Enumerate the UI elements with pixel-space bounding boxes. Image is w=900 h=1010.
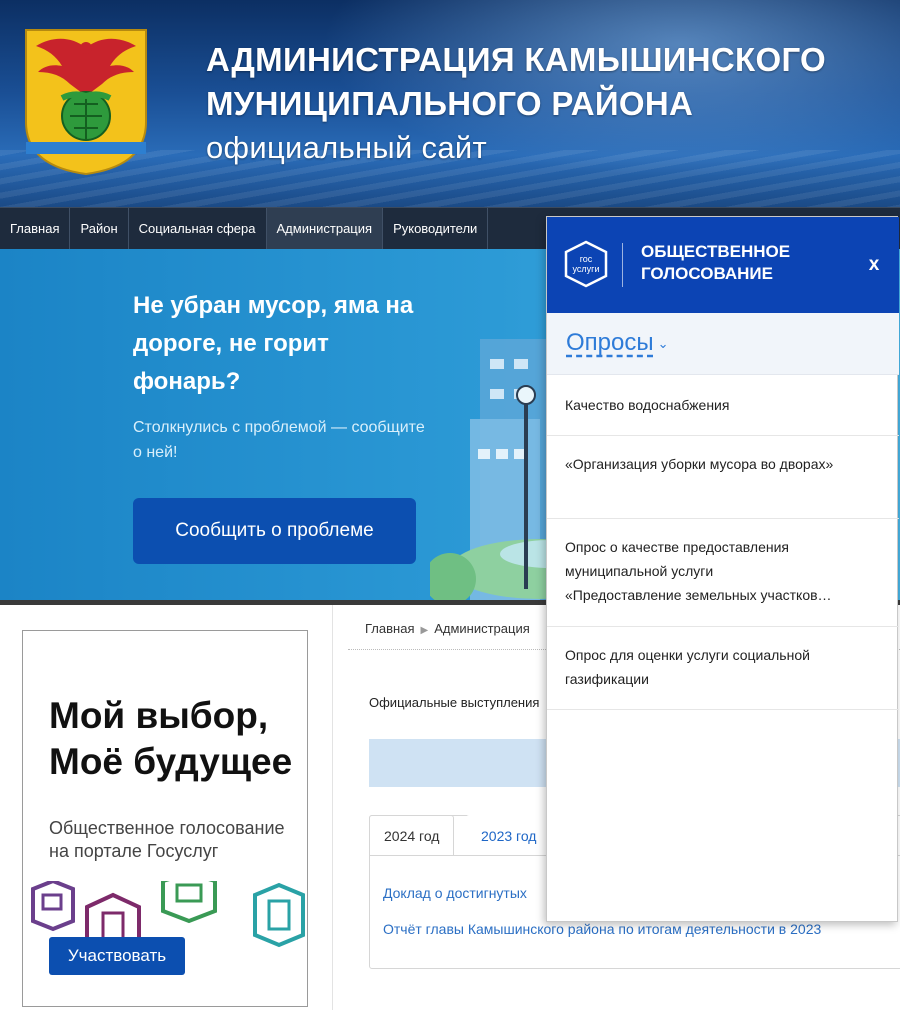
nav-item-social[interactable]: Социальная сфера bbox=[129, 208, 267, 250]
voting-promo[interactable]: Мой выбор, Моё будущее Общественное голо… bbox=[22, 630, 308, 1007]
widget-header-divider bbox=[622, 243, 623, 287]
nav-item-home[interactable]: Главная bbox=[0, 208, 71, 250]
header-title-line1: АДМИНИСТРАЦИЯ КАМЫШИНСКОГО bbox=[206, 41, 827, 78]
promo-title-line1: Мой выбор, bbox=[49, 695, 269, 736]
survey-item[interactable]: Опрос о качестве предоставления муниципа… bbox=[547, 519, 899, 627]
breadcrumb: Главная ▶ Администрация bbox=[365, 621, 530, 636]
logo-text-uslugi: услуги bbox=[573, 264, 600, 274]
promo-text: Общественное голосование на портале Госу… bbox=[49, 818, 285, 861]
widget-header: гос услуги ОБЩЕСТВЕННОЕ ГОЛОСОВАНИЕ x bbox=[547, 217, 899, 313]
nav-item-district[interactable]: Район bbox=[70, 208, 129, 250]
banner-heading: Не убран мусор, яма на дороге, не горит … bbox=[133, 292, 414, 395]
breadcrumb-home[interactable]: Главная bbox=[365, 621, 414, 636]
breadcrumb-separator-icon: ▶ bbox=[420, 625, 429, 636]
participate-button[interactable]: Участвовать bbox=[49, 937, 185, 975]
survey-item[interactable]: Опрос для оценки услуги социальной газиф… bbox=[547, 627, 899, 710]
gosuslugi-logo-icon: гос услуги bbox=[564, 240, 608, 288]
site-header: АДМИНИСТРАЦИЯ КАМЫШИНСКОГО МУНИЦИПАЛЬНОГ… bbox=[0, 0, 900, 207]
widget-surveys-header: Опросы ⌄ bbox=[547, 313, 899, 375]
document-link[interactable]: Доклад о достигнутых bbox=[383, 885, 527, 901]
survey-item[interactable]: Качество водоснабжения bbox=[547, 375, 899, 436]
report-problem-button[interactable]: Сообщить о проблеме bbox=[133, 498, 416, 564]
promo-title: Мой выбор, Моё будущее bbox=[49, 693, 307, 785]
promo-title-line2: Моё будущее bbox=[49, 741, 293, 782]
surveys-label: Опросы bbox=[566, 329, 654, 356]
survey-item-line1: Опрос о качестве предоставления муниципа… bbox=[565, 539, 790, 579]
coat-of-arms-logo[interactable] bbox=[22, 26, 150, 176]
close-icon[interactable]: x bbox=[863, 254, 885, 276]
tab-2024[interactable]: 2024 год bbox=[369, 815, 455, 855]
public-voting-widget: гос услуги ОБЩЕСТВЕННОЕ ГОЛОСОВАНИЕ x Оп… bbox=[546, 216, 899, 922]
surveys-dropdown[interactable]: Опросы ⌄ bbox=[566, 329, 669, 357]
tab-2023[interactable]: 2023 год bbox=[466, 815, 552, 855]
chevron-down-icon: ⌄ bbox=[657, 335, 669, 351]
survey-list: Качество водоснабжения «Организация убор… bbox=[547, 375, 899, 710]
document-link[interactable]: Отчёт главы Камышинского района по итога… bbox=[383, 921, 821, 937]
banner-subtitle: Столкнулись с проблемой — сообщите о ней… bbox=[133, 419, 425, 461]
survey-item-line2: «Предоставление земельных участков… bbox=[565, 587, 832, 603]
breadcrumb-current[interactable]: Администрация bbox=[434, 621, 530, 636]
widget-title: ОБЩЕСТВЕННОЕ ГОЛОСОВАНИЕ bbox=[641, 242, 791, 283]
nav-item-administration[interactable]: Администрация bbox=[266, 208, 384, 250]
nav-item-leaders[interactable]: Руководители bbox=[383, 208, 489, 250]
logo-text-gos: гос bbox=[580, 254, 593, 264]
header-title-line2: МУНИЦИПАЛЬНОГО РАЙОНА bbox=[206, 85, 694, 122]
survey-item[interactable]: «Организация уборки мусора во дворах» bbox=[547, 436, 899, 519]
header-title-line3: официальный сайт bbox=[206, 130, 487, 165]
section-label: Официальные выступления bbox=[369, 695, 540, 710]
